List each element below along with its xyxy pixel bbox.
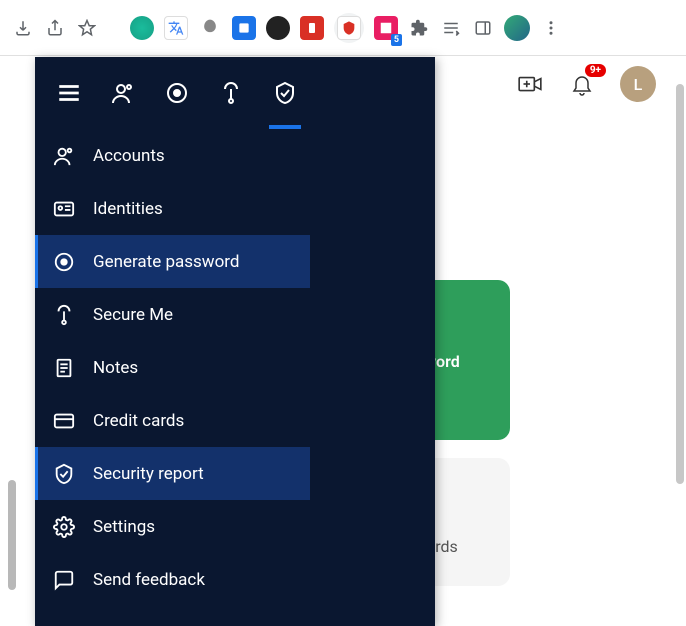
menu-item-secure-me[interactable]: Secure Me: [35, 288, 310, 341]
security-report-icon: [53, 463, 75, 485]
generate-password-icon: [53, 251, 75, 273]
extension-icon-4[interactable]: [232, 16, 256, 40]
menu-label: Generate password: [93, 252, 239, 272]
extensions-puzzle-icon[interactable]: [408, 17, 430, 39]
notification-badge: 9+: [585, 64, 606, 77]
extension-top-bar: [35, 57, 435, 129]
shield-tab-icon[interactable]: [271, 79, 299, 107]
menu-label: Secure Me: [93, 305, 173, 325]
menu-item-send-feedback[interactable]: Send feedback: [35, 553, 310, 606]
extension-icon-1[interactable]: [130, 16, 154, 40]
menu-label: Security report: [93, 464, 204, 484]
notes-icon: [53, 357, 75, 379]
menu-item-accounts[interactable]: Accounts: [35, 129, 310, 182]
menu-item-notes[interactable]: Notes: [35, 341, 310, 394]
extension-menu: Accounts Identities Generate password Se…: [35, 129, 310, 606]
extension-icon-8[interactable]: [374, 16, 398, 40]
menu-label: Notes: [93, 358, 138, 378]
menu-item-generate-password[interactable]: Generate password: [35, 235, 310, 288]
menu-label: Accounts: [93, 146, 165, 166]
reading-list-icon[interactable]: [440, 17, 462, 39]
extension-icon-5[interactable]: [266, 16, 290, 40]
menu-label: Settings: [93, 517, 155, 537]
sidebar-scrollbar[interactable]: [8, 480, 16, 590]
secure-tab-icon[interactable]: [217, 79, 245, 107]
star-icon[interactable]: [76, 17, 98, 39]
credit-cards-icon: [53, 410, 75, 432]
side-panel-icon[interactable]: [472, 17, 494, 39]
translate-extension-icon[interactable]: [164, 16, 188, 40]
notifications-bell-icon[interactable]: 9+: [568, 70, 596, 98]
menu-label: Identities: [93, 199, 163, 219]
identities-icon: [53, 198, 75, 220]
download-icon[interactable]: [12, 17, 34, 39]
share-icon[interactable]: [44, 17, 66, 39]
hamburger-menu-icon[interactable]: [55, 79, 83, 107]
menu-label: Credit cards: [93, 411, 184, 431]
extension-panel: Accounts Identities Generate password Se…: [35, 57, 435, 626]
extension-icon-3[interactable]: [198, 16, 222, 40]
settings-icon: [53, 516, 75, 538]
active-extension-icon[interactable]: [334, 13, 364, 43]
generate-tab-icon[interactable]: [163, 79, 191, 107]
menu-item-settings[interactable]: Settings: [35, 500, 310, 553]
menu-label: Send feedback: [93, 570, 205, 590]
browser-toolbar: [0, 0, 686, 56]
page-scrollbar[interactable]: [676, 84, 684, 484]
menu-item-credit-cards[interactable]: Credit cards: [35, 394, 310, 447]
profile-avatar-icon[interactable]: [504, 15, 530, 41]
feedback-icon: [53, 569, 75, 591]
kebab-menu-icon[interactable]: [540, 17, 562, 39]
extension-icon-6[interactable]: [300, 16, 324, 40]
create-video-icon[interactable]: [516, 70, 544, 98]
avatar-initial: L: [634, 75, 643, 94]
menu-item-identities[interactable]: Identities: [35, 182, 310, 235]
secure-me-icon: [53, 304, 75, 326]
accounts-icon: [53, 145, 75, 167]
accounts-tab-icon[interactable]: [109, 79, 137, 107]
menu-item-security-report[interactable]: Security report: [35, 447, 310, 500]
user-avatar[interactable]: L: [620, 66, 656, 102]
